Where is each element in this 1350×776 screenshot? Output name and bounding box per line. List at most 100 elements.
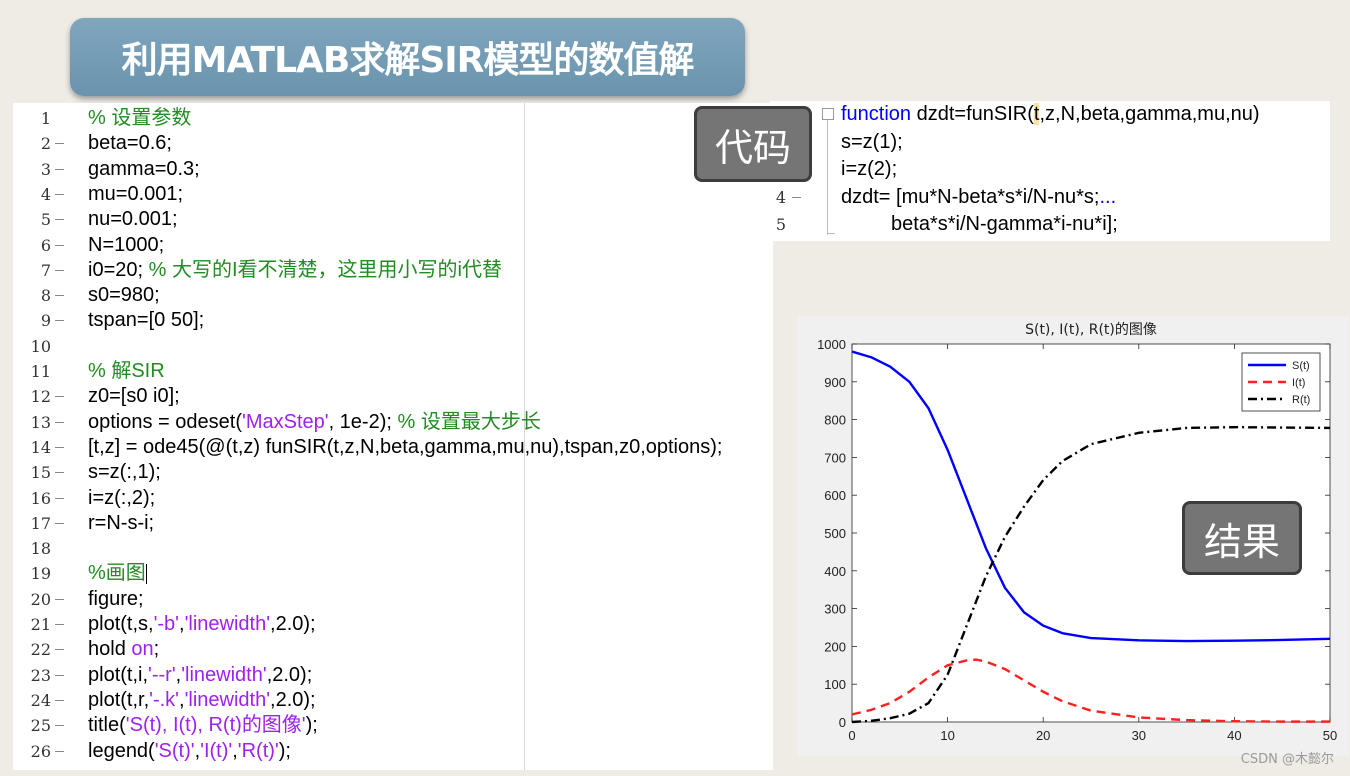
breakpoint-marker[interactable] xyxy=(55,193,64,195)
function-code-line[interactable]: function dzdt=funSIR(t,z,N,beta,gamma,mu… xyxy=(770,101,1330,128)
code-line[interactable]: 18 xyxy=(13,536,773,561)
code-text: , 1e-2); xyxy=(328,410,398,433)
code-text: r=N-s-i; xyxy=(88,511,155,534)
code-text: hold xyxy=(88,638,132,661)
code-line[interactable]: 3 gamma=0.3; xyxy=(13,157,773,182)
code-content: plot(t,s,'-b','linewidth',2.0); xyxy=(88,612,316,637)
code-string: 'R(t)' xyxy=(237,739,279,762)
code-line[interactable]: 21 plot(t,s,'-b','linewidth',2.0); xyxy=(13,612,773,637)
line-number: 25 xyxy=(30,716,51,736)
breakpoint-marker[interactable] xyxy=(55,649,64,651)
code-line[interactable]: 6 N=1000; xyxy=(13,233,773,258)
code-text: dzdt=funSIR( xyxy=(911,103,1034,125)
breakpoint-marker[interactable] xyxy=(55,522,64,524)
line-number: 4 xyxy=(40,184,51,204)
code-line[interactable]: 9 tspan=[0 50]; xyxy=(13,308,773,333)
line-number: 8 xyxy=(40,286,51,306)
line-number: 23 xyxy=(30,665,51,685)
breakpoint-marker[interactable] xyxy=(55,295,64,297)
code-line[interactable]: 2 beta=0.6; xyxy=(13,131,773,156)
code-line[interactable]: 25 title('S(t), I(t), R(t)的图像'); xyxy=(13,713,773,738)
code-text: nu=0.001; xyxy=(88,208,178,231)
code-line[interactable]: 20 figure; xyxy=(13,587,773,612)
code-line[interactable]: 4 mu=0.001; xyxy=(13,182,773,207)
breakpoint-marker[interactable] xyxy=(55,624,64,625)
code-text: ,2.0); xyxy=(270,613,316,635)
breakpoint-marker[interactable] xyxy=(55,244,64,246)
code-line[interactable]: 14 [t,z] = ode45(@(t,z) funSIR(t,z,N,beta… xyxy=(13,435,773,460)
code-string: on xyxy=(131,638,154,661)
breakpoint-marker[interactable] xyxy=(55,421,64,423)
code-content: i=z(2); xyxy=(841,156,897,183)
code-line[interactable]: 10 xyxy=(13,334,773,359)
breakpoint-marker[interactable] xyxy=(55,497,64,499)
breakpoint-marker[interactable] xyxy=(55,269,64,271)
code-content: function dzdt=funSIR(t,z,N,beta,gamma,mu… xyxy=(841,101,1260,128)
code-text: i=z(:,2); xyxy=(88,486,156,509)
line-number: 5 xyxy=(40,210,51,230)
code-line[interactable]: 22 hold on; xyxy=(13,637,773,662)
code-line[interactable]: 23 plot(t,i,'--r','linewidth',2.0); xyxy=(13,663,773,688)
line-number: 13 xyxy=(30,412,51,432)
breakpoint-marker[interactable] xyxy=(55,472,64,474)
legend-label: S(t) xyxy=(1292,360,1310,372)
code-content: % 解SIR xyxy=(88,359,165,384)
code-content: gamma=0.3; xyxy=(88,157,200,182)
breakpoint-marker[interactable] xyxy=(55,674,64,676)
y-tick-label: 300 xyxy=(824,602,846,617)
code-line[interactable]: 26 legend('S(t)','I(t)','R(t)'); xyxy=(13,739,773,764)
code-line[interactable]: 5 nu=0.001; xyxy=(13,207,773,232)
code-text: plot(t,i, xyxy=(88,663,149,686)
code-line[interactable]: 8 s0=980; xyxy=(13,283,773,308)
function-code-line[interactable]: s=z(1); xyxy=(770,129,1330,156)
code-line[interactable]: 16 i=z(:,2); xyxy=(13,486,773,511)
code-line[interactable]: 24 plot(t,r,'-.k','linewidth',2.0); xyxy=(13,688,773,713)
breakpoint-marker[interactable] xyxy=(55,598,64,600)
x-tick-label: 50 xyxy=(1323,728,1337,743)
code-text: dzdt= [mu*N-beta*s*i/N-nu*s; xyxy=(841,185,1100,208)
code-text: options = odeset( xyxy=(88,410,242,433)
breakpoint-marker[interactable] xyxy=(55,699,64,701)
breakpoint-marker[interactable] xyxy=(55,725,64,727)
function-code-line[interactable]: i=z(2); xyxy=(770,156,1330,183)
main-code-editor[interactable]: 1 % 设置参数 2 beta=0.6; 3 gamma=0.3; 4 mu=0.001; 5 n… xyxy=(13,103,773,770)
code-line[interactable]: 15 s=z(:,1); xyxy=(13,460,773,485)
code-string: '-b' xyxy=(153,613,179,635)
code-text: mu=0.001; xyxy=(88,182,184,205)
breakpoint-marker[interactable] xyxy=(55,320,64,322)
code-line[interactable]: 17 r=N-s-i; xyxy=(13,511,773,536)
code-line[interactable]: 19 %画图 xyxy=(13,561,773,586)
x-tick-label: 0 xyxy=(848,728,855,743)
code-line[interactable]: 1 % 设置参数 xyxy=(13,106,773,131)
code-string: '-.k' xyxy=(149,688,179,711)
function-code-line[interactable]: 5 beta*s*i/N-gamma*i-nu*i]; xyxy=(770,211,1330,238)
x-tick-label: 40 xyxy=(1227,728,1241,743)
breakpoint-marker[interactable] xyxy=(792,196,801,198)
code-line[interactable]: 7 i0=20; % 大写的I看不清楚，这里用小写的i代替 xyxy=(13,258,773,283)
breakpoint-marker[interactable] xyxy=(55,143,64,145)
code-text: [t,z] = ode45(@(t,z) funSIR(t,z,N,beta,g… xyxy=(88,435,723,458)
code-content: s0=980; xyxy=(88,283,160,308)
breakpoint-marker[interactable] xyxy=(55,396,64,398)
line-number: 15 xyxy=(30,463,51,483)
code-string: 'linewidth' xyxy=(181,663,267,686)
code-content: legend('S(t)','I(t)','R(t)'); xyxy=(88,739,291,764)
code-comment: %画图 xyxy=(88,562,146,585)
code-line[interactable]: 12 z0=[s0 i0]; xyxy=(13,384,773,409)
breakpoint-marker[interactable] xyxy=(55,446,64,448)
code-text: ); xyxy=(305,714,318,737)
code-line[interactable]: 11 % 解SIR xyxy=(13,359,773,384)
breakpoint-marker[interactable] xyxy=(55,219,64,221)
code-text: figure; xyxy=(88,587,144,610)
line-number: 3 xyxy=(40,159,51,179)
chart-title: S(t), I(t), R(t)的图像 xyxy=(1025,322,1157,338)
breakpoint-marker[interactable] xyxy=(55,750,64,752)
breakpoint-marker[interactable] xyxy=(55,168,64,170)
function-code-editor[interactable]: function dzdt=funSIR(t,z,N,beta,gamma,mu… xyxy=(770,101,1330,241)
function-code-line[interactable]: 4 dzdt= [mu*N-beta*s*i/N-nu*s;... xyxy=(770,184,1330,211)
y-tick-label: 0 xyxy=(839,715,846,730)
code-line[interactable]: 13 options = odeset('MaxStep', 1e-2); % 设… xyxy=(13,410,773,435)
code-string: '--r' xyxy=(148,663,176,686)
code-text: beta*s*i/N-gamma*i-nu*i]; xyxy=(841,213,1118,235)
slide-title: 利用MATLAB求解SIR模型的数值解 xyxy=(121,40,695,81)
